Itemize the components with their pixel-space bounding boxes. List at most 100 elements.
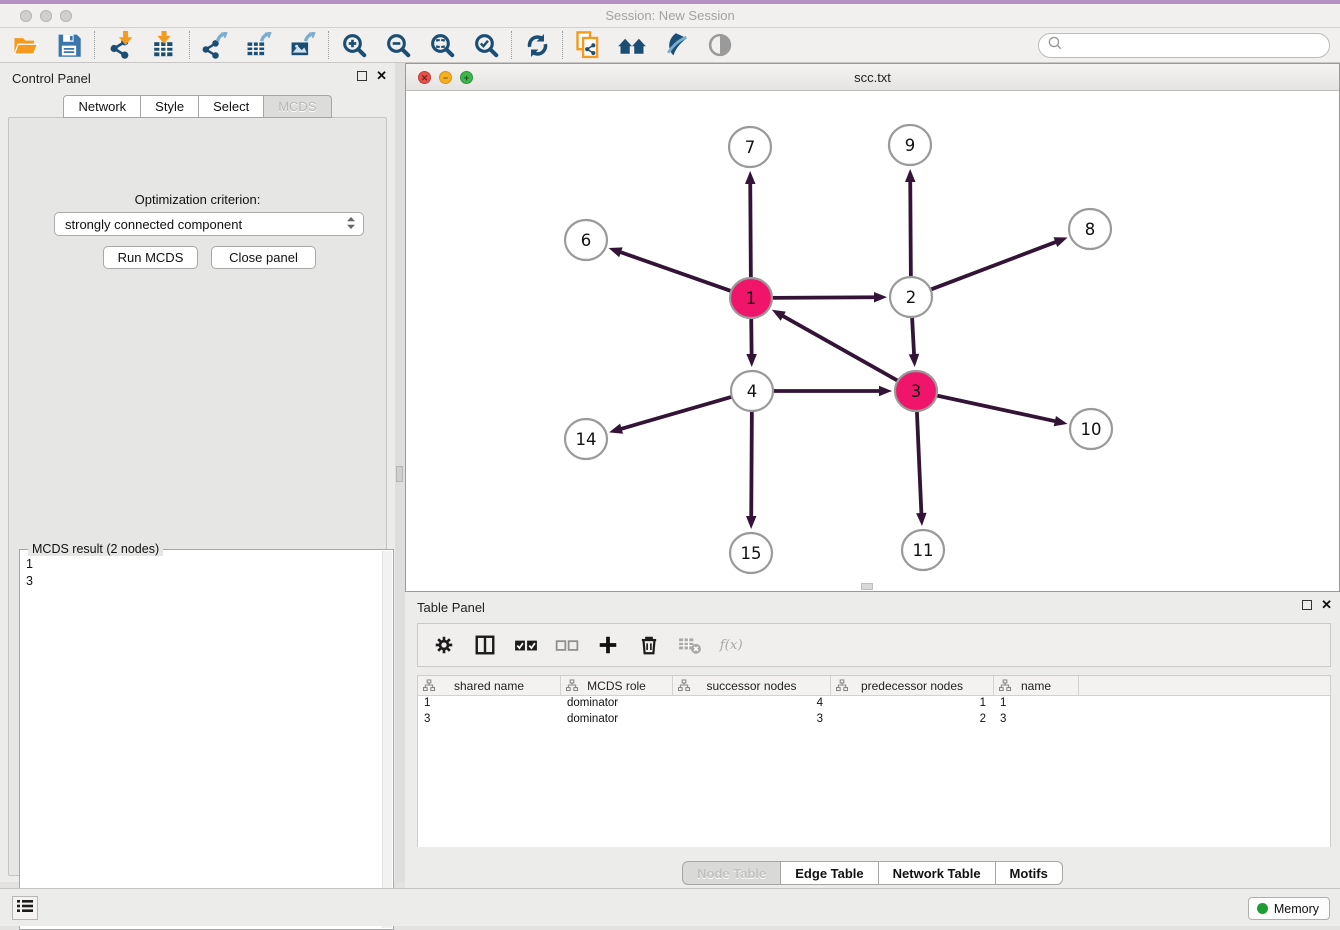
tab-style[interactable]: Style [141, 95, 199, 118]
export-network-icon[interactable] [200, 30, 230, 60]
edge-3-11[interactable] [916, 412, 926, 526]
column-header-predecessor-nodes[interactable]: predecessor nodes [831, 676, 994, 695]
style-brush-icon[interactable] [661, 30, 691, 60]
node-table[interactable]: shared nameMCDS rolesuccessor nodesprede… [417, 675, 1331, 847]
zoom-in-icon[interactable] [339, 30, 369, 60]
table-cell[interactable]: 1 [994, 696, 1079, 712]
columns-icon[interactable] [473, 633, 497, 657]
table-cell[interactable]: dominator [561, 696, 673, 712]
tab-select[interactable]: Select [199, 95, 264, 118]
result-scrollbar[interactable] [382, 551, 392, 928]
close-panel-button[interactable]: Close panel [211, 246, 316, 269]
hierarchy-icon [423, 679, 435, 695]
node-9[interactable]: 9 [889, 125, 931, 165]
network-window-titlebar[interactable]: ✕ − + scc.txt [406, 64, 1339, 91]
node-6[interactable]: 6 [565, 220, 607, 260]
edge-1-6[interactable] [609, 247, 732, 291]
mcds-result-text[interactable]: 1 3 [26, 556, 381, 927]
edge-4-3[interactable] [773, 386, 892, 397]
node-4[interactable]: 4 [731, 371, 773, 411]
node-14[interactable]: 14 [565, 419, 607, 459]
panel-splitter[interactable] [395, 63, 405, 882]
edge-1-7[interactable] [745, 171, 755, 277]
table-row[interactable]: 1dominator411 [418, 696, 1330, 712]
deselect-all-icon[interactable] [555, 633, 579, 657]
optimization-criterion-label: Optimization criterion: [9, 192, 386, 207]
search-box[interactable] [1038, 33, 1330, 58]
column-header-name[interactable]: name [994, 676, 1079, 695]
table-cell[interactable]: 1 [418, 696, 561, 712]
edge-2-3[interactable] [909, 318, 919, 367]
open-icon[interactable] [10, 30, 40, 60]
save-icon[interactable] [54, 30, 84, 60]
close-panel-icon[interactable]: ✕ [376, 71, 387, 81]
node-11[interactable]: 11 [902, 530, 944, 570]
network-canvas[interactable]: 7 9 6 8 1 2 4 3 14 10 15 11 [406, 91, 1339, 591]
select-all-icon[interactable] [514, 633, 538, 657]
tab-network[interactable]: Network [63, 95, 141, 118]
splitter-handle[interactable] [396, 466, 403, 482]
node-10[interactable]: 10 [1070, 409, 1112, 449]
export-table-icon[interactable] [244, 30, 274, 60]
clone-network-icon[interactable] [573, 30, 603, 60]
edge-4-14[interactable] [609, 397, 732, 434]
table-cell[interactable]: 1 [831, 696, 994, 712]
node-1[interactable]: 1 [730, 278, 772, 318]
canvas-splitter-handle[interactable] [861, 583, 873, 590]
refresh-icon[interactable] [522, 30, 552, 60]
node-15[interactable]: 15 [730, 533, 772, 573]
contrast-eye-icon[interactable] [705, 30, 735, 60]
edge-3-1[interactable] [772, 310, 898, 381]
export-image-icon[interactable] [288, 30, 318, 60]
import-table-icon[interactable] [149, 30, 179, 60]
table-cell[interactable]: 4 [673, 696, 831, 712]
network-view-window[interactable]: ✕ − + scc.txt 7 9 6 8 1 2 4 3 14 10 15 11 [405, 63, 1340, 592]
zoom-selected-icon[interactable] [471, 30, 501, 60]
run-mcds-button[interactable]: Run MCDS [103, 246, 198, 269]
settings-icon[interactable] [432, 633, 456, 657]
column-header-shared-name[interactable]: shared name [418, 676, 561, 695]
chevron-updown-icon [345, 216, 357, 233]
tab-network-table[interactable]: Network Table [879, 861, 996, 885]
table-cell[interactable]: 3 [994, 712, 1079, 728]
table-row[interactable]: 3dominator323 [418, 712, 1330, 728]
delete-row-icon[interactable] [637, 633, 661, 657]
edge-1-2[interactable] [772, 292, 887, 302]
table-cell[interactable]: 2 [831, 712, 994, 728]
control-panel-tabstrip: NetworkStyleSelectMCDS [0, 95, 395, 118]
node-2[interactable]: 2 [890, 277, 932, 317]
network-graph[interactable]: 7 9 6 8 1 2 4 3 14 10 15 11 [406, 91, 1339, 591]
edge-4-15[interactable] [746, 412, 756, 529]
import-network-icon[interactable] [105, 30, 135, 60]
float-panel-icon[interactable] [357, 71, 367, 81]
criterion-dropdown[interactable]: strongly connected component [54, 212, 364, 236]
node-8[interactable]: 8 [1069, 209, 1111, 249]
tab-motifs[interactable]: Motifs [996, 861, 1063, 885]
svg-text:f(x): f(x) [719, 638, 743, 653]
memory-button[interactable]: Memory [1248, 897, 1330, 920]
add-row-icon[interactable] [596, 633, 620, 657]
home-icon[interactable] [617, 30, 647, 60]
zoom-fit-icon[interactable] [427, 30, 457, 60]
column-header-MCDS-role[interactable]: MCDS role [561, 676, 673, 695]
task-history-button[interactable] [12, 896, 38, 920]
edge-2-8[interactable] [931, 237, 1068, 289]
table-cell[interactable]: 3 [673, 712, 831, 728]
tab-mcds[interactable]: MCDS [264, 95, 331, 118]
close-table-panel-icon[interactable]: ✕ [1321, 600, 1332, 610]
column-header-successor-nodes[interactable]: successor nodes [673, 676, 831, 695]
table-cell[interactable]: dominator [561, 712, 673, 728]
node-3[interactable]: 3 [895, 371, 937, 411]
zoom-out-icon[interactable] [383, 30, 413, 60]
edge-1-4[interactable] [746, 319, 756, 367]
tab-edge-table[interactable]: Edge Table [781, 861, 878, 885]
node-7[interactable]: 7 [729, 127, 771, 167]
tab-node-table[interactable]: Node Table [682, 861, 781, 885]
search-input[interactable] [1063, 36, 1329, 56]
float-table-panel-icon[interactable] [1302, 600, 1312, 610]
edge-2-9[interactable] [905, 169, 915, 276]
window-titlebar[interactable]: Session: New Session [0, 4, 1340, 28]
edge-3-10[interactable] [937, 395, 1068, 426]
control-panel-header: Control Panel ✕ [0, 63, 395, 91]
table-cell[interactable]: 3 [418, 712, 561, 728]
